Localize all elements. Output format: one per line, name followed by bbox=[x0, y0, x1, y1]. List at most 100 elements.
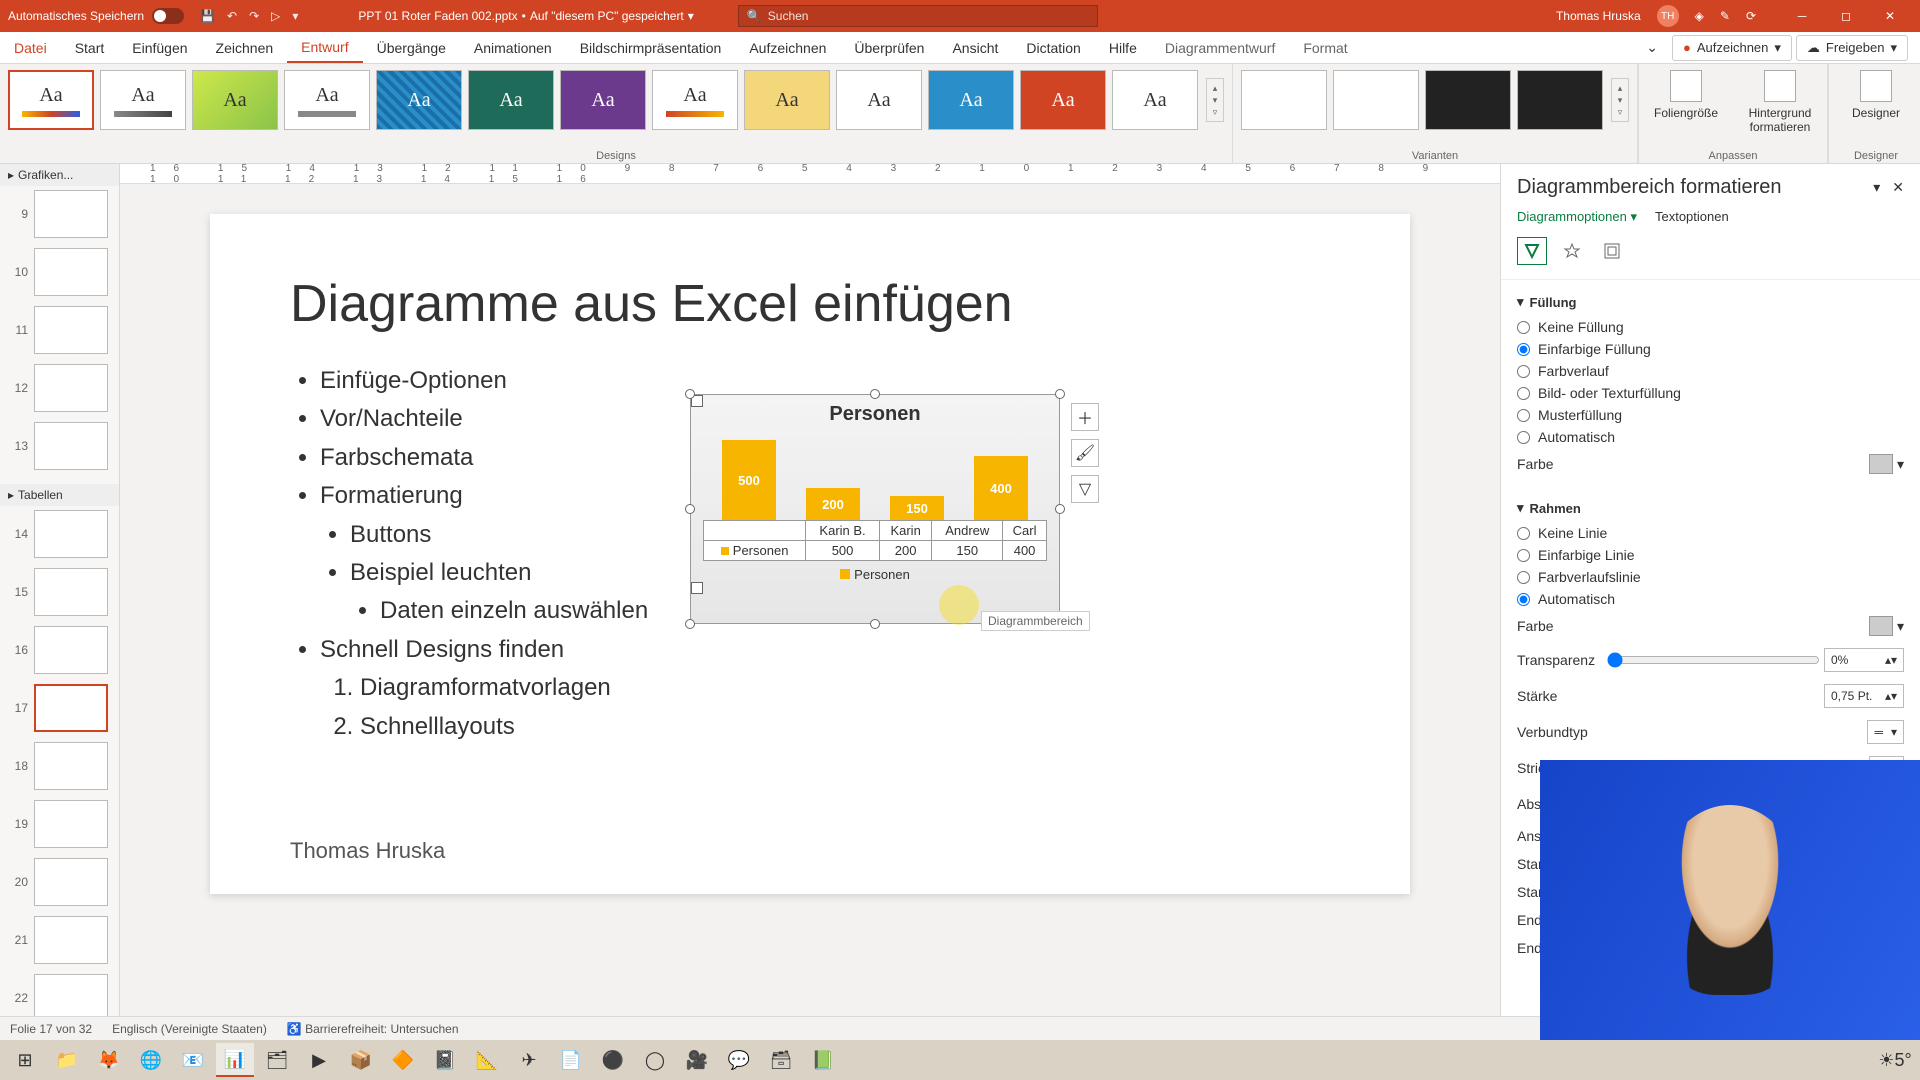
border-auto-radio[interactable]: Automatisch bbox=[1517, 588, 1904, 610]
chart-bar[interactable]: 200 bbox=[806, 488, 860, 520]
theme-thumbnail[interactable]: Aa bbox=[192, 70, 278, 130]
tab-view[interactable]: Ansicht bbox=[938, 32, 1012, 63]
app-icon[interactable]: 🗃 bbox=[762, 1043, 800, 1077]
theme-thumbnail[interactable]: Aa bbox=[836, 70, 922, 130]
tab-format[interactable]: Format bbox=[1289, 32, 1361, 63]
slide-thumbnail[interactable] bbox=[34, 248, 108, 296]
transparency-value[interactable]: 0%▴▾ bbox=[1824, 648, 1904, 672]
chart-filter-button[interactable]: ▽ bbox=[1071, 475, 1099, 503]
fill-gradient-radio[interactable]: Farbverlauf bbox=[1517, 360, 1904, 382]
app-icon[interactable]: 🔶 bbox=[384, 1043, 422, 1077]
search-input[interactable]: 🔍 Suchen bbox=[738, 5, 1098, 27]
chrome-icon[interactable]: 🌐 bbox=[132, 1043, 170, 1077]
tab-slideshow[interactable]: Bildschirmpräsentation bbox=[566, 32, 736, 63]
more-icon[interactable]: ▾ bbox=[292, 9, 298, 23]
slideshow-icon[interactable]: ▷ bbox=[271, 9, 280, 23]
onenote-icon[interactable]: 📓 bbox=[426, 1043, 464, 1077]
chart-options-tab[interactable]: Diagrammoptionen ▾ bbox=[1517, 209, 1637, 225]
undo-icon[interactable]: ↶ bbox=[227, 9, 237, 23]
expand-icon[interactable]: ▾ bbox=[1873, 179, 1880, 196]
weather-widget[interactable]: ☀ 5° bbox=[1876, 1043, 1914, 1077]
diamond-icon[interactable]: ◈ bbox=[1695, 9, 1704, 23]
theme-thumbnail[interactable]: Aa bbox=[928, 70, 1014, 130]
border-section-header[interactable]: ▾Rahmen bbox=[1517, 492, 1904, 522]
outlook-icon[interactable]: 📧 bbox=[174, 1043, 212, 1077]
slide-thumbnail[interactable] bbox=[34, 626, 108, 674]
tab-review[interactable]: Überprüfen bbox=[840, 32, 938, 63]
fill-pattern-radio[interactable]: Musterfüllung bbox=[1517, 404, 1904, 426]
fill-solid-radio[interactable]: Einfarbige Füllung bbox=[1517, 338, 1904, 360]
variants-expander[interactable]: ▴▾▿ bbox=[1611, 78, 1629, 122]
themes-expander[interactable]: ▴▾▿ bbox=[1206, 78, 1224, 122]
fill-section-header[interactable]: ▾Füllung bbox=[1517, 286, 1904, 316]
chevron-down-icon[interactable]: ▾ bbox=[688, 9, 694, 23]
vlc-icon[interactable]: ▶ bbox=[300, 1043, 338, 1077]
slide-title[interactable]: Diagramme aus Excel einfügen bbox=[290, 274, 1330, 334]
resize-handle[interactable] bbox=[685, 389, 695, 399]
theme-thumbnail[interactable]: Aa bbox=[468, 70, 554, 130]
excel-icon[interactable]: 📗 bbox=[804, 1043, 842, 1077]
theme-thumbnail[interactable]: Aa bbox=[1112, 70, 1198, 130]
firefox-icon[interactable]: 🦊 bbox=[90, 1043, 128, 1077]
chart-bar[interactable]: 500 bbox=[722, 440, 776, 520]
slide-thumbnail[interactable] bbox=[34, 422, 108, 470]
language-indicator[interactable]: Englisch (Vereinigte Staaten) bbox=[112, 1022, 267, 1036]
variant-thumbnail[interactable] bbox=[1425, 70, 1511, 130]
fill-line-icon[interactable] bbox=[1517, 237, 1547, 265]
tab-animations[interactable]: Animationen bbox=[460, 32, 566, 63]
chart-bar[interactable]: 400 bbox=[974, 456, 1028, 520]
ink-icon[interactable]: ✎ bbox=[1720, 9, 1730, 23]
visio-icon[interactable]: 📐 bbox=[468, 1043, 506, 1077]
close-button[interactable]: ✕ bbox=[1868, 0, 1912, 32]
slide-thumbnail[interactable] bbox=[34, 306, 108, 354]
slide-thumbnail[interactable] bbox=[34, 858, 108, 906]
slide-thumbnail[interactable] bbox=[34, 684, 108, 732]
slide-thumbnail[interactable] bbox=[34, 510, 108, 558]
app-icon[interactable]: 📦 bbox=[342, 1043, 380, 1077]
tab-help[interactable]: Hilfe bbox=[1095, 32, 1151, 63]
chart-object[interactable]: Personen 500200150400 Karin B.KarinAndre… bbox=[690, 394, 1060, 624]
resize-handle[interactable] bbox=[1055, 504, 1065, 514]
resize-handle[interactable] bbox=[685, 504, 695, 514]
chart-bar[interactable]: 150 bbox=[890, 496, 944, 520]
user-avatar[interactable]: TH bbox=[1657, 5, 1679, 27]
app-icon[interactable]: 💬 bbox=[720, 1043, 758, 1077]
slide-counter[interactable]: Folie 17 von 32 bbox=[10, 1022, 92, 1036]
resize-handle[interactable] bbox=[870, 389, 880, 399]
obs-icon[interactable]: ⚫ bbox=[594, 1043, 632, 1077]
fill-auto-radio[interactable]: Automatisch bbox=[1517, 426, 1904, 448]
redo-icon[interactable]: ↷ bbox=[249, 9, 259, 23]
theme-thumbnail[interactable]: Aa bbox=[1020, 70, 1106, 130]
username-label[interactable]: Thomas Hruska bbox=[1556, 9, 1641, 23]
chart-title[interactable]: Personen bbox=[691, 395, 1059, 430]
close-icon[interactable]: ✕ bbox=[1892, 179, 1904, 196]
resize-handle[interactable] bbox=[1055, 389, 1065, 399]
ribbon-collapse-icon[interactable]: ⌄ bbox=[1636, 33, 1668, 62]
theme-thumbnail[interactable]: Aa bbox=[8, 70, 94, 130]
transparency-slider[interactable] bbox=[1607, 652, 1820, 668]
tab-draw[interactable]: Zeichnen bbox=[202, 32, 288, 63]
tab-dictation[interactable]: Dictation bbox=[1012, 32, 1094, 63]
explorer-icon[interactable]: 📁 bbox=[48, 1043, 86, 1077]
resize-handle[interactable] bbox=[870, 619, 880, 629]
theme-thumbnail[interactable]: Aa bbox=[744, 70, 830, 130]
accessibility-checker[interactable]: ♿ Barrierefreiheit: Untersuchen bbox=[287, 1022, 459, 1036]
slide-thumbnail-panel[interactable]: ▸Grafiken... 9 10 11 12 13 ▸Tabellen 14 … bbox=[0, 164, 120, 1016]
save-icon[interactable]: 💾 bbox=[200, 9, 215, 23]
theme-thumbnail[interactable]: Aa bbox=[284, 70, 370, 130]
panel-header-graphics[interactable]: ▸Grafiken... bbox=[0, 164, 119, 186]
chart-bars[interactable]: 500 200 150 400 bbox=[691, 430, 1059, 520]
text-options-tab[interactable]: Textoptionen bbox=[1655, 209, 1729, 225]
record-button[interactable]: ● Aufzeichnen ▾ bbox=[1672, 35, 1792, 61]
variant-thumbnail[interactable] bbox=[1517, 70, 1603, 130]
slide-thumbnail[interactable] bbox=[34, 742, 108, 790]
border-none-radio[interactable]: Keine Linie bbox=[1517, 522, 1904, 544]
variant-thumbnail[interactable] bbox=[1333, 70, 1419, 130]
share-button[interactable]: ☁ Freigeben ▾ bbox=[1796, 35, 1908, 61]
slide-thumbnail[interactable] bbox=[34, 916, 108, 964]
app-icon[interactable]: ◯ bbox=[636, 1043, 674, 1077]
compound-type-dropdown[interactable]: ═▾ bbox=[1867, 720, 1904, 744]
chart-legend[interactable]: Personen bbox=[691, 561, 1059, 582]
slide-thumbnail[interactable] bbox=[34, 190, 108, 238]
resize-handle[interactable] bbox=[685, 619, 695, 629]
